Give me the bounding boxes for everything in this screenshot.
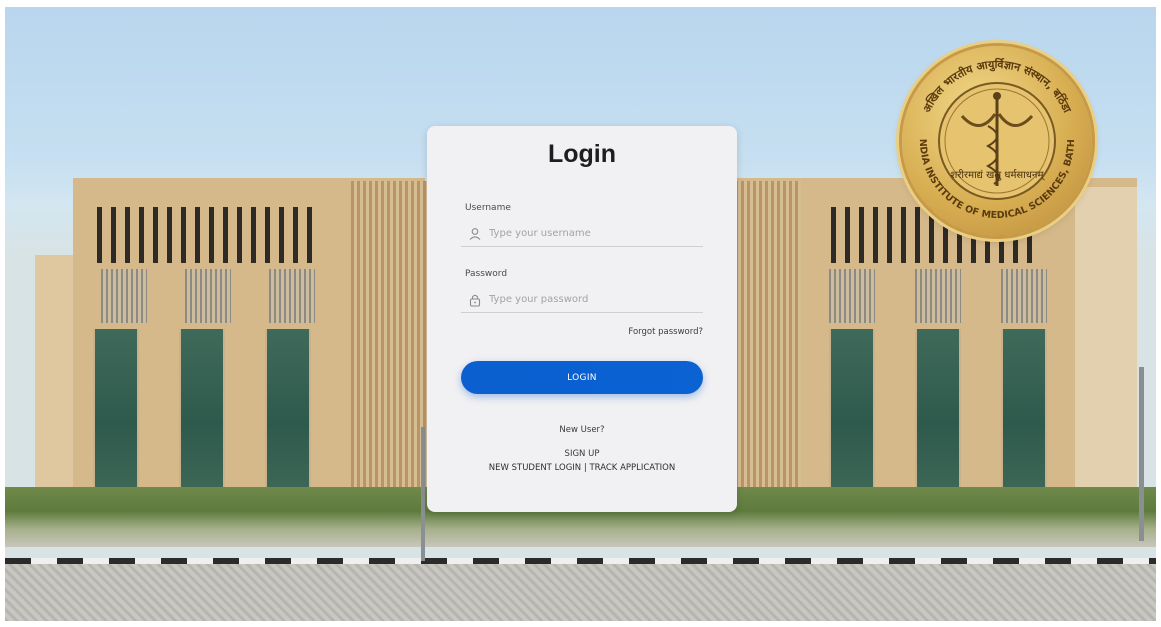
building-pier	[185, 269, 231, 323]
password-input[interactable]	[489, 294, 703, 305]
seal-emblem: शरीरमाद्यं खलु धर्मसाधनम् अखिल भारतीय आय…	[902, 46, 1077, 221]
login-button[interactable]: LOGIN	[461, 361, 703, 394]
username-field	[461, 221, 703, 247]
building-fins	[97, 207, 317, 263]
seal-motto: शरीरमाद्यं खलु धर्मसाधनम्	[951, 169, 1046, 181]
page-title: Login	[547, 140, 617, 168]
building-glass	[829, 329, 875, 487]
new-student-login-link[interactable]: NEW STUDENT LOGIN	[489, 463, 581, 473]
building-lattice-right	[735, 181, 801, 497]
secondary-links: NEW STUDENT LOGIN | TRACK APPLICATION	[427, 463, 737, 473]
building-pier	[269, 269, 315, 323]
building-glass	[265, 329, 311, 487]
password-label: Password	[465, 269, 508, 279]
street-lamp	[1139, 367, 1144, 541]
building-edge-left	[35, 255, 77, 497]
building-glass	[179, 329, 225, 487]
username-input[interactable]	[489, 228, 703, 239]
street-lamp	[421, 427, 425, 561]
building-pier	[915, 269, 961, 323]
login-card: Login Username Password Forgot password?…	[427, 126, 737, 512]
track-application-link[interactable]: TRACK APPLICATION	[589, 463, 675, 473]
user-icon	[469, 227, 481, 240]
new-user-text: New User?	[559, 425, 605, 435]
building-pier	[101, 269, 147, 323]
building-pier	[829, 269, 875, 323]
building-glass	[93, 329, 139, 487]
password-field	[461, 287, 703, 313]
username-label: Username	[465, 203, 511, 213]
building-glass	[1001, 329, 1047, 487]
lock-icon	[469, 294, 481, 307]
sign-up-link[interactable]: SIGN UP	[427, 449, 737, 459]
forgot-password-link[interactable]: Forgot password?	[628, 327, 703, 337]
building-pier	[1001, 269, 1047, 323]
institute-seal-logo: शरीरमाद्यं खलु धर्मसाधनम् अखिल भारतीय आय…	[902, 46, 1092, 236]
building-glass	[915, 329, 961, 487]
paving	[5, 564, 1156, 621]
